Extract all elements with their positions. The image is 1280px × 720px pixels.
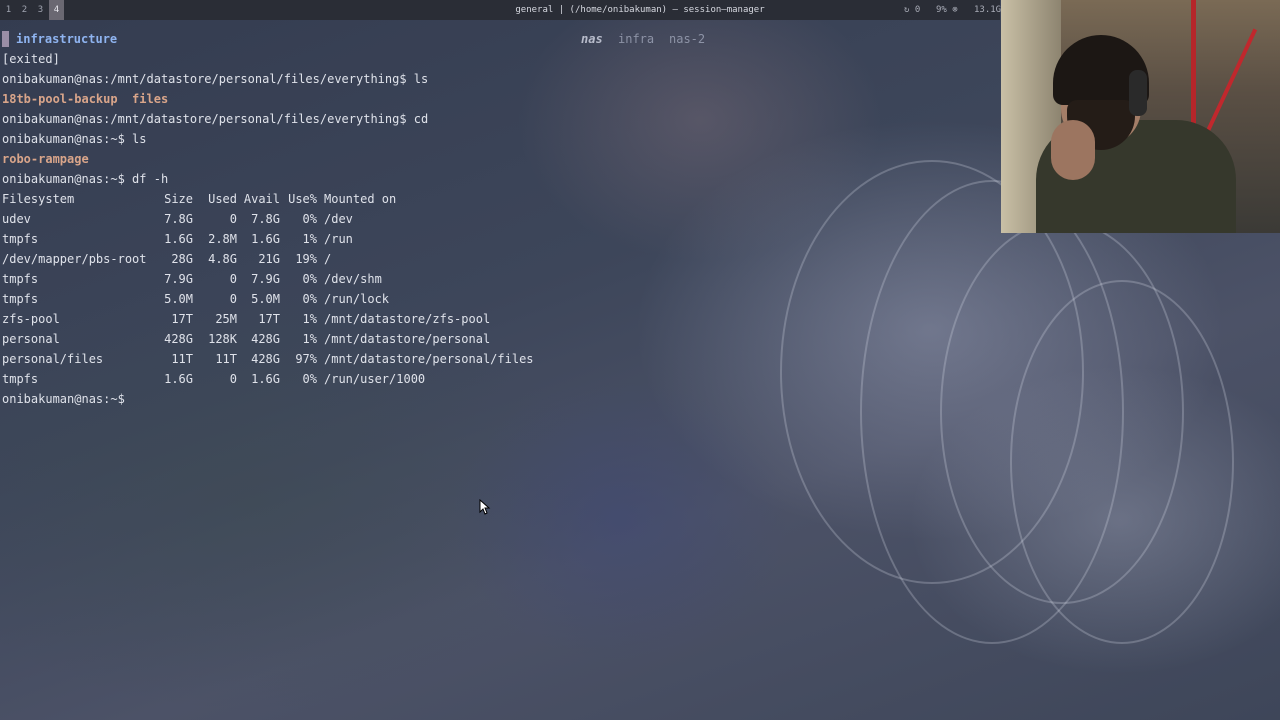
df-cell: 0% [302, 212, 317, 226]
df-table-row: tmpfs 7.9G 0 7.9G 0% /dev/shm [2, 269, 602, 289]
df-cell: 0% [302, 372, 317, 386]
df-cell: 19% [295, 252, 317, 266]
df-cell: /mnt/datastore/personal/files [324, 352, 534, 366]
df-table-row: tmpfs 5.0M 0 5.0M 0% /run/lock [2, 289, 602, 309]
session-tab-infra[interactable]: infra [618, 29, 654, 49]
df-cell: 11T [171, 352, 193, 366]
df-cell: Size [164, 192, 193, 206]
df-cell: 1% [302, 332, 317, 346]
df-cell: 4.8G [208, 252, 237, 266]
df-cell: 2.8M [208, 232, 237, 246]
df-cell: 1.6G [251, 232, 280, 246]
df-cell: /mnt/datastore/personal [324, 332, 491, 346]
df-table-row: personal 428G 128K 428G 1% /mnt/datastore/per… [2, 329, 602, 349]
directory-entry: files [132, 92, 169, 106]
df-cell: 21G [258, 252, 280, 266]
df-header-row: Filesystem Size Used Avail Use% Mounted on [2, 189, 602, 209]
df-cell: tmpfs [2, 272, 39, 286]
terminal-line: onibakuman@nas:~$ df -h [2, 172, 169, 186]
df-cell: /run [324, 232, 353, 246]
terminal-output[interactable]: [exited] onibakuman@nas:/mnt/datastore/pe… [2, 29, 602, 409]
df-cell: 0 [229, 372, 237, 386]
df-cell: /dev/mapper/pbs-root [2, 252, 147, 266]
df-cell: Use% [288, 192, 317, 206]
df-cell: / [324, 252, 332, 266]
webcam-overlay [1001, 0, 1280, 233]
df-cell: personal/files [2, 352, 104, 366]
terminal-line: onibakuman@nas:/mnt/datastore/personal/f… [2, 72, 429, 86]
df-cell: 1.6G [164, 372, 193, 386]
df-cell: 7.8G [164, 212, 193, 226]
df-cell: Avail [243, 192, 280, 206]
df-cell: 11T [215, 352, 237, 366]
status-indicator: 13.1G [974, 5, 1002, 15]
headphones-icon [1129, 70, 1147, 116]
ls-output: robo-rampage [2, 149, 602, 169]
df-cell: /run/lock [324, 292, 390, 306]
df-cell: /mnt/datastore/zfs-pool [324, 312, 491, 326]
df-table-row: tmpfs 1.6G 0 1.6G 0% /run/user/1000 [2, 369, 602, 389]
df-cell: 17T [258, 312, 280, 326]
df-cell: 5.0M [164, 292, 193, 306]
df-cell: /dev [324, 212, 353, 226]
window-manager-bar: 1234 general | (/home/onibakuman) – sess… [0, 0, 1002, 20]
df-cell: Mounted on [324, 192, 397, 206]
df-table-row: /dev/mapper/pbs-root 28G 4.8G 21G 19% / [2, 249, 602, 269]
df-cell: /dev/shm [324, 272, 382, 286]
df-cell: zfs-pool [2, 312, 60, 326]
df-cell: Filesystem [2, 192, 75, 206]
df-cell: udev [2, 212, 31, 226]
df-cell: 1% [302, 312, 317, 326]
df-cell: tmpfs [2, 372, 39, 386]
df-cell: 0 [229, 292, 237, 306]
status-indicator: ↻ 0 [904, 5, 921, 15]
df-cell: 25M [215, 312, 237, 326]
df-cell: 1.6G [251, 372, 280, 386]
df-cell: 428G [251, 332, 280, 346]
terminal-line: onibakuman@nas:~$ ls [2, 132, 147, 146]
df-cell: 97% [295, 352, 317, 366]
terminal-line: onibakuman@nas:/mnt/datastore/personal/f… [2, 112, 429, 126]
df-cell: 0 [229, 272, 237, 286]
df-table-row: tmpfs 1.6G 2.8M 1.6G 1% /run [2, 229, 602, 249]
df-cell: 5.0M [251, 292, 280, 306]
df-cell: personal [2, 332, 60, 346]
df-cell: /run/user/1000 [324, 372, 426, 386]
directory-entry: robo-rampage [2, 152, 89, 166]
terminal-line: [exited] [2, 52, 60, 66]
df-cell: 128K [208, 332, 237, 346]
df-cell: Used [208, 192, 237, 206]
df-table-row: personal/files 11T 11T 428G 97% /mnt/datastor… [2, 349, 602, 369]
df-cell: 28G [171, 252, 193, 266]
df-cell: tmpfs [2, 292, 39, 306]
directory-entry: 18tb-pool-backup [2, 92, 118, 106]
df-cell: 1.6G [164, 232, 193, 246]
ls-output: 18tb-pool-backup files [2, 89, 602, 109]
df-cell: 0% [302, 272, 317, 286]
df-cell: 7.9G [164, 272, 193, 286]
df-cell: 428G [164, 332, 193, 346]
df-cell: 1% [302, 232, 317, 246]
df-cell: 0 [229, 212, 237, 226]
shell-prompt[interactable]: onibakuman@nas:~$ [2, 389, 602, 409]
df-table-row: zfs-pool 17T 25M 17T 1% /mnt/datastore/zfs-po… [2, 309, 602, 329]
status-indicator: 9% ⊗ [936, 5, 958, 15]
df-cell: tmpfs [2, 232, 39, 246]
df-cell: 7.9G [251, 272, 280, 286]
session-tab-nas-2[interactable]: nas-2 [669, 29, 705, 49]
df-cell: 17T [171, 312, 193, 326]
df-cell: 7.8G [251, 212, 280, 226]
df-cell: 0% [302, 292, 317, 306]
df-table-row: udev 7.8G 0 7.8G 0% /dev [2, 209, 602, 229]
df-cell: 428G [251, 352, 280, 366]
